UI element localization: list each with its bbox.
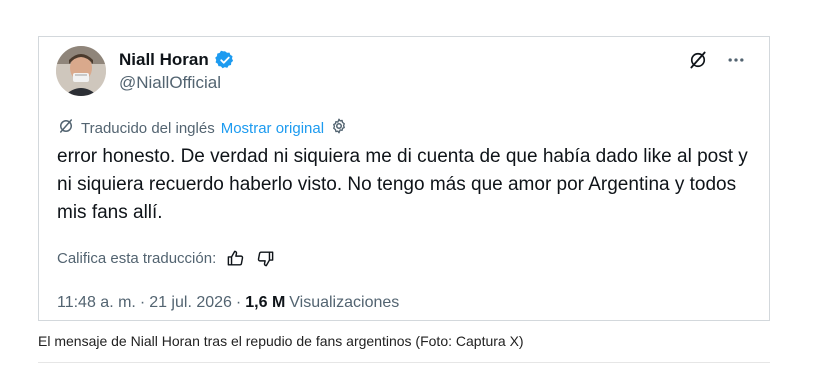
tweet-time[interactable]: 11:48 a. m. — [57, 294, 136, 312]
separator: · — [235, 294, 242, 311]
tweet-body: error honesto. De verdad ni siquiera me … — [57, 146, 748, 223]
verified-badge-icon — [214, 50, 235, 70]
thumbs-down-icon[interactable] — [254, 247, 276, 269]
grok-icon[interactable] — [687, 49, 709, 71]
avatar[interactable] — [56, 46, 106, 96]
avatar-image — [56, 46, 106, 96]
tweet-meta: 11:48 a. m. · 21 jul. 2026 · 1,6 M Visua… — [57, 294, 399, 312]
separator: · — [139, 294, 146, 311]
settings-icon[interactable] — [330, 117, 348, 139]
views-count: 1,6 M — [245, 294, 286, 311]
image-caption: El mensaje de Niall Horan tras el repudi… — [38, 333, 524, 349]
tweet-actions-top — [687, 49, 747, 71]
author-handle[interactable]: @NiallOfficial — [119, 73, 221, 93]
tweet-card: Niall Horan @NiallOfficial Traducido del… — [38, 36, 770, 321]
translated-label: Traducido del inglés — [81, 119, 215, 137]
show-original-link[interactable]: Mostrar original — [221, 120, 324, 137]
translation-info: Traducido del inglés Mostrar original — [57, 117, 348, 139]
rate-label: Califica esta traducción: — [57, 249, 217, 267]
author-name-row: Niall Horan — [119, 50, 235, 70]
more-icon[interactable] — [725, 49, 747, 71]
divider — [38, 362, 770, 363]
tweet-date[interactable]: 21 jul. 2026 — [149, 294, 232, 312]
translate-icon — [57, 117, 75, 139]
author-name[interactable]: Niall Horan — [119, 50, 209, 70]
thumbs-up-icon[interactable] — [224, 247, 246, 269]
rate-translation: Califica esta traducción: — [57, 247, 276, 269]
views-label: Visualizaciones — [289, 294, 400, 311]
